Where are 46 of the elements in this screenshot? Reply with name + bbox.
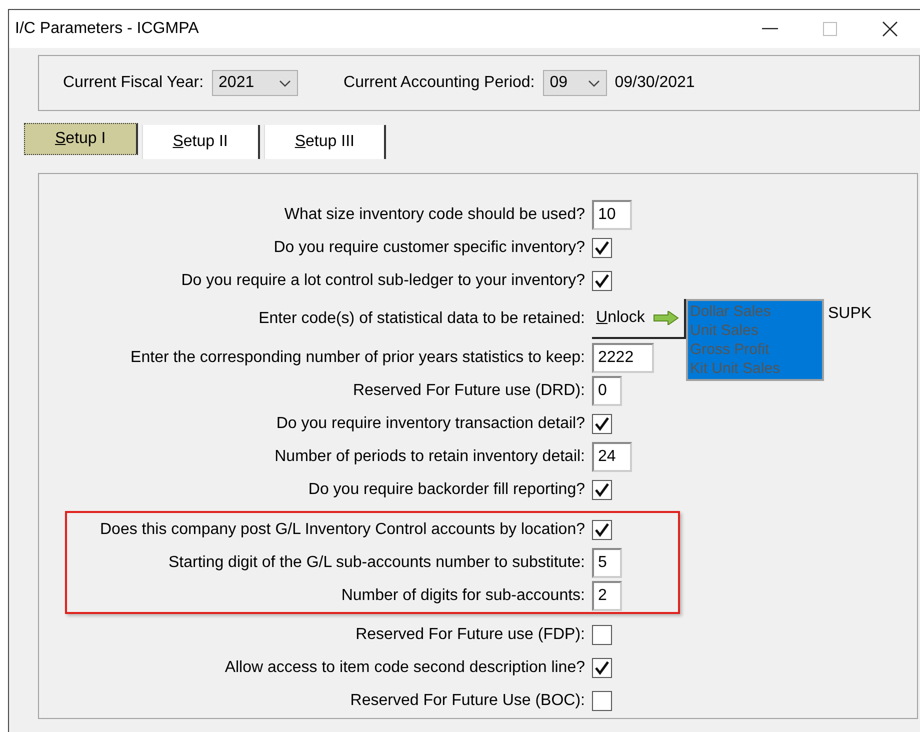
maximize-icon (823, 22, 837, 36)
arrow-icon (652, 311, 679, 325)
checkbox[interactable] (592, 414, 612, 434)
checkbox[interactable] (592, 480, 612, 500)
input-field[interactable]: 0 (592, 376, 622, 406)
input-field[interactable]: 2 (592, 580, 622, 610)
field-label: Do you require backorder fill reporting? (307, 480, 585, 498)
field-label: Do you require inventory transaction detail? (275, 414, 585, 432)
caret-icon (278, 78, 291, 88)
close-icon (882, 21, 898, 37)
field-label: Number of periods to retain inventory detail: (274, 448, 585, 466)
field-label: Reserved For Future Use (BOC): (349, 692, 585, 710)
input-field[interactable]: 24 (592, 442, 632, 472)
fiscal-year-dropdown[interactable]: 2021 (212, 70, 298, 96)
field-label: Number of digits for sub-accounts: (340, 586, 585, 604)
checkbox[interactable] (592, 270, 612, 290)
tab[interactable]: Setup I (24, 123, 138, 155)
field-label: Starting digit of the G/L sub-accounts number to substitute: (167, 554, 585, 572)
window-title: I/C Parameters - ICGMPA (15, 20, 200, 38)
minimize-icon (762, 28, 778, 30)
input-field[interactable]: 2222 (592, 342, 654, 372)
checkbox[interactable] (592, 624, 612, 644)
field-label: Allow access to item code second description line? (224, 658, 585, 676)
input-field[interactable]: 10 (592, 200, 632, 230)
tab[interactable]: Setup II (142, 125, 260, 159)
checkbox[interactable] (592, 658, 612, 678)
period-date: 09/30/2021 (614, 74, 695, 92)
field-label: Reserved For Future use (FDP): (354, 626, 585, 644)
checkbox[interactable] (592, 520, 612, 540)
tab[interactable]: Setup III (264, 125, 386, 159)
field-label: Current Fiscal Year: (63, 74, 204, 92)
checkbox[interactable] (592, 690, 612, 710)
field-label: Current Accounting Period: (344, 74, 535, 92)
unlock-button[interactable]: Unlock (592, 299, 686, 339)
caret-icon (588, 78, 600, 88)
input-field[interactable]: 5 (592, 548, 622, 578)
field-label: What size inventory code should be used? (283, 206, 585, 224)
field-label: Does this company post G/L Inventory Control accounts by location? (99, 520, 585, 538)
field-label: Enter code(s) of statistical data to be retained: (258, 310, 585, 328)
field-label: Enter the corresponding number of prior years statistics to keep: (130, 348, 585, 366)
checkbox[interactable] (592, 238, 612, 258)
code-text: SUPK (828, 305, 872, 323)
field-label: Do you require a lot control sub-ledger to your inventory? (180, 272, 585, 290)
period-dropdown[interactable]: 09 (542, 70, 607, 96)
field-label: Reserved For Future use (DRD): (352, 382, 585, 400)
field-label: Do you require customer specific inventory? (272, 238, 585, 256)
